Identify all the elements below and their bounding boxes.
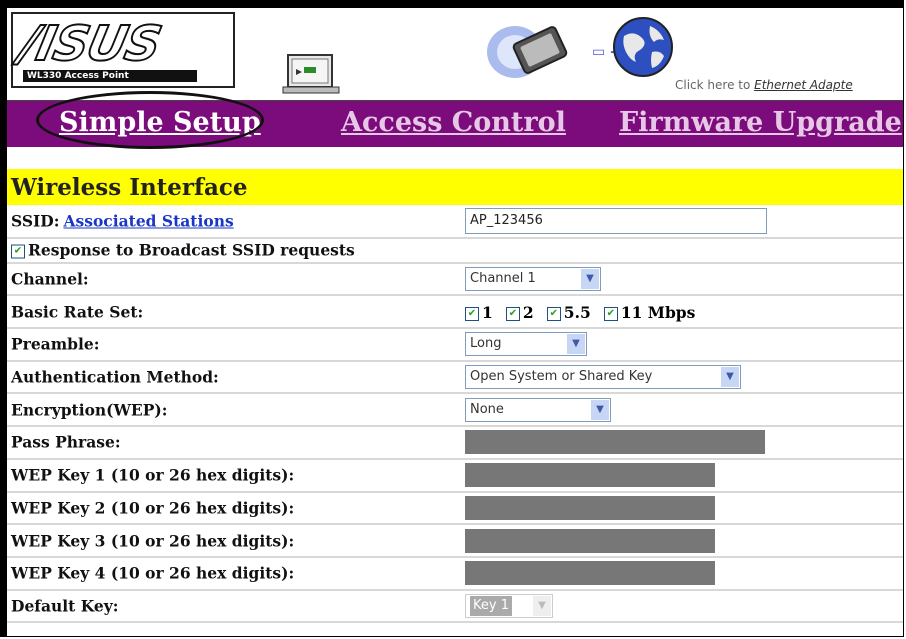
nav-access-control[interactable]: Access Control: [341, 107, 566, 138]
chevron-down-icon: ▼: [533, 595, 551, 616]
basic-rate-options: ✔ 1 ✔ 2 ✔ 5.5 ✔ 11 Mbps: [465, 302, 703, 322]
asus-logo: /ISUS WL330 Access Point: [11, 12, 235, 88]
form-row-auth: Authentication Method: Open System or Sh…: [7, 361, 903, 395]
wep-key-1-input[interactable]: [465, 463, 715, 488]
form-row-encryption: Encryption(WEP): None ▼: [7, 394, 903, 428]
rate-option-11[interactable]: ✔ 11 Mbps: [603, 302, 696, 322]
form-row-wep-key-2: WEP Key 2 (10 or 26 hex digits):: [7, 492, 903, 526]
wep-key-3-input[interactable]: [465, 528, 715, 553]
auth-method-select[interactable]: Open System or Shared Key ▼: [465, 365, 741, 390]
page-frame: /ISUS WL330 Access Point ▭ - Click here …: [0, 0, 904, 637]
auth-label: Authentication Method:: [11, 367, 219, 387]
rate-option-1[interactable]: ✔ 1: [465, 303, 493, 322]
logo-text: /ISUS: [14, 15, 166, 73]
auth-value: Open System or Shared Key: [470, 369, 653, 385]
preamble-select[interactable]: Long ▼: [465, 332, 587, 357]
encryption-value: None: [470, 401, 504, 417]
checkbox-icon: ✔: [546, 306, 561, 321]
channel-label: Channel:: [11, 269, 89, 289]
pass-phrase-label: Pass Phrase:: [11, 432, 121, 452]
click-prefix: Click here to: [675, 78, 755, 92]
preamble-label: Preamble:: [11, 334, 100, 354]
wireless-form: SSID: Associated Stations AP_123456 ✔ Resp…: [7, 206, 903, 624]
rate-label: 1: [482, 302, 493, 322]
chevron-down-icon: ▼: [591, 399, 609, 420]
form-row-wep-key-3: WEP Key 3 (10 or 26 hex digits):: [7, 525, 903, 558]
form-row-ssid: SSID: Associated Stations AP_123456: [7, 206, 903, 239]
globe-icon: [613, 17, 673, 77]
click-link-text[interactable]: Ethernet Adapte: [754, 78, 853, 92]
rate-option-2[interactable]: ✔ 2: [505, 302, 534, 322]
nav-firmware-upgrade[interactable]: Firmware Upgrade: [619, 107, 902, 138]
form-row-wep-key-1: WEP Key 1 (10 or 26 hex digits):: [7, 459, 903, 493]
form-row-pass-phrase: Pass Phrase:: [7, 427, 903, 460]
ssid-label: SSID:: [11, 211, 60, 231]
ethernet-adapter-link[interactable]: Click here to Ethernet Adapte: [675, 78, 853, 92]
form-row-basic-rate: Basic Rate Set: ✔ 1 ✔ 2 ✔ 5.5 ✔ 11 Mbps: [7, 296, 903, 330]
checkbox-icon: ✔: [603, 306, 618, 321]
form-row-preamble: Preamble: Long ▼: [7, 329, 903, 362]
laptop-icon: [282, 54, 340, 94]
broadcast-checkbox[interactable]: ✔: [11, 244, 25, 259]
wep-key-2-input[interactable]: [465, 495, 715, 520]
form-row-channel: Channel: Channel 1 ▼: [7, 263, 903, 297]
chevron-down-icon: ▼: [567, 334, 585, 355]
preamble-value: Long: [470, 336, 502, 352]
form-row-broadcast: ✔ Response to Broadcast SSID requests: [7, 238, 903, 264]
chevron-down-icon: ▼: [721, 367, 739, 388]
section-title: Wireless Interface: [7, 169, 903, 205]
disk-icon: [487, 26, 568, 78]
default-key-select[interactable]: Key 1 ▼: [465, 593, 553, 618]
chevron-down-icon: ▼: [581, 269, 599, 290]
rate-label: 5.5: [563, 302, 591, 322]
wep-key-1-label: WEP Key 1 (10 or 26 hex digits):: [11, 465, 295, 485]
nav-simple-setup[interactable]: Simple Setup: [59, 107, 261, 138]
wep-key-2-label: WEP Key 2 (10 or 26 hex digits):: [11, 498, 295, 518]
channel-select[interactable]: Channel 1 ▼: [465, 267, 601, 292]
default-key-label: Default Key:: [11, 596, 119, 616]
encryption-select[interactable]: None ▼: [465, 397, 611, 422]
form-row-wep-key-4: WEP Key 4 (10 or 26 hex digits):: [7, 557, 903, 591]
broadcast-label: Response to Broadcast SSID requests: [28, 240, 355, 260]
ssid-input[interactable]: AP_123456: [465, 208, 767, 235]
checkbox-icon: ✔: [505, 306, 520, 321]
broadcast-option: ✔ Response to Broadcast SSID requests: [11, 241, 355, 260]
channel-value: Channel 1: [470, 271, 536, 287]
encryption-label: Encryption(WEP):: [11, 400, 168, 420]
top-nav: Simple Setup Access Control Firmware Upg…: [7, 100, 903, 147]
associated-stations-link[interactable]: Associated Stations: [63, 212, 233, 231]
wep-key-4-label: WEP Key 4 (10 or 26 hex digits):: [11, 563, 295, 583]
rate-option-5-5[interactable]: ✔ 5.5: [546, 302, 591, 322]
default-key-value: Key 1: [470, 595, 512, 616]
wep-key-4-input[interactable]: [465, 561, 715, 586]
rate-label: 2: [522, 302, 534, 322]
rate-label: 11 Mbps: [620, 302, 696, 322]
wep-key-3-label: WEP Key 3 (10 or 26 hex digits):: [11, 531, 295, 551]
pass-phrase-input[interactable]: [465, 430, 765, 455]
form-row-default-key: Default Key: Key 1 ▼: [7, 590, 903, 624]
ssid-label-group: SSID: Associated Stations: [11, 212, 234, 231]
checkbox-icon: ✔: [465, 306, 479, 321]
basic-rate-label: Basic Rate Set:: [11, 302, 144, 322]
header: /ISUS WL330 Access Point ▭ - Click here …: [7, 8, 903, 100]
logo-subtitle: WL330 Access Point: [23, 70, 197, 82]
